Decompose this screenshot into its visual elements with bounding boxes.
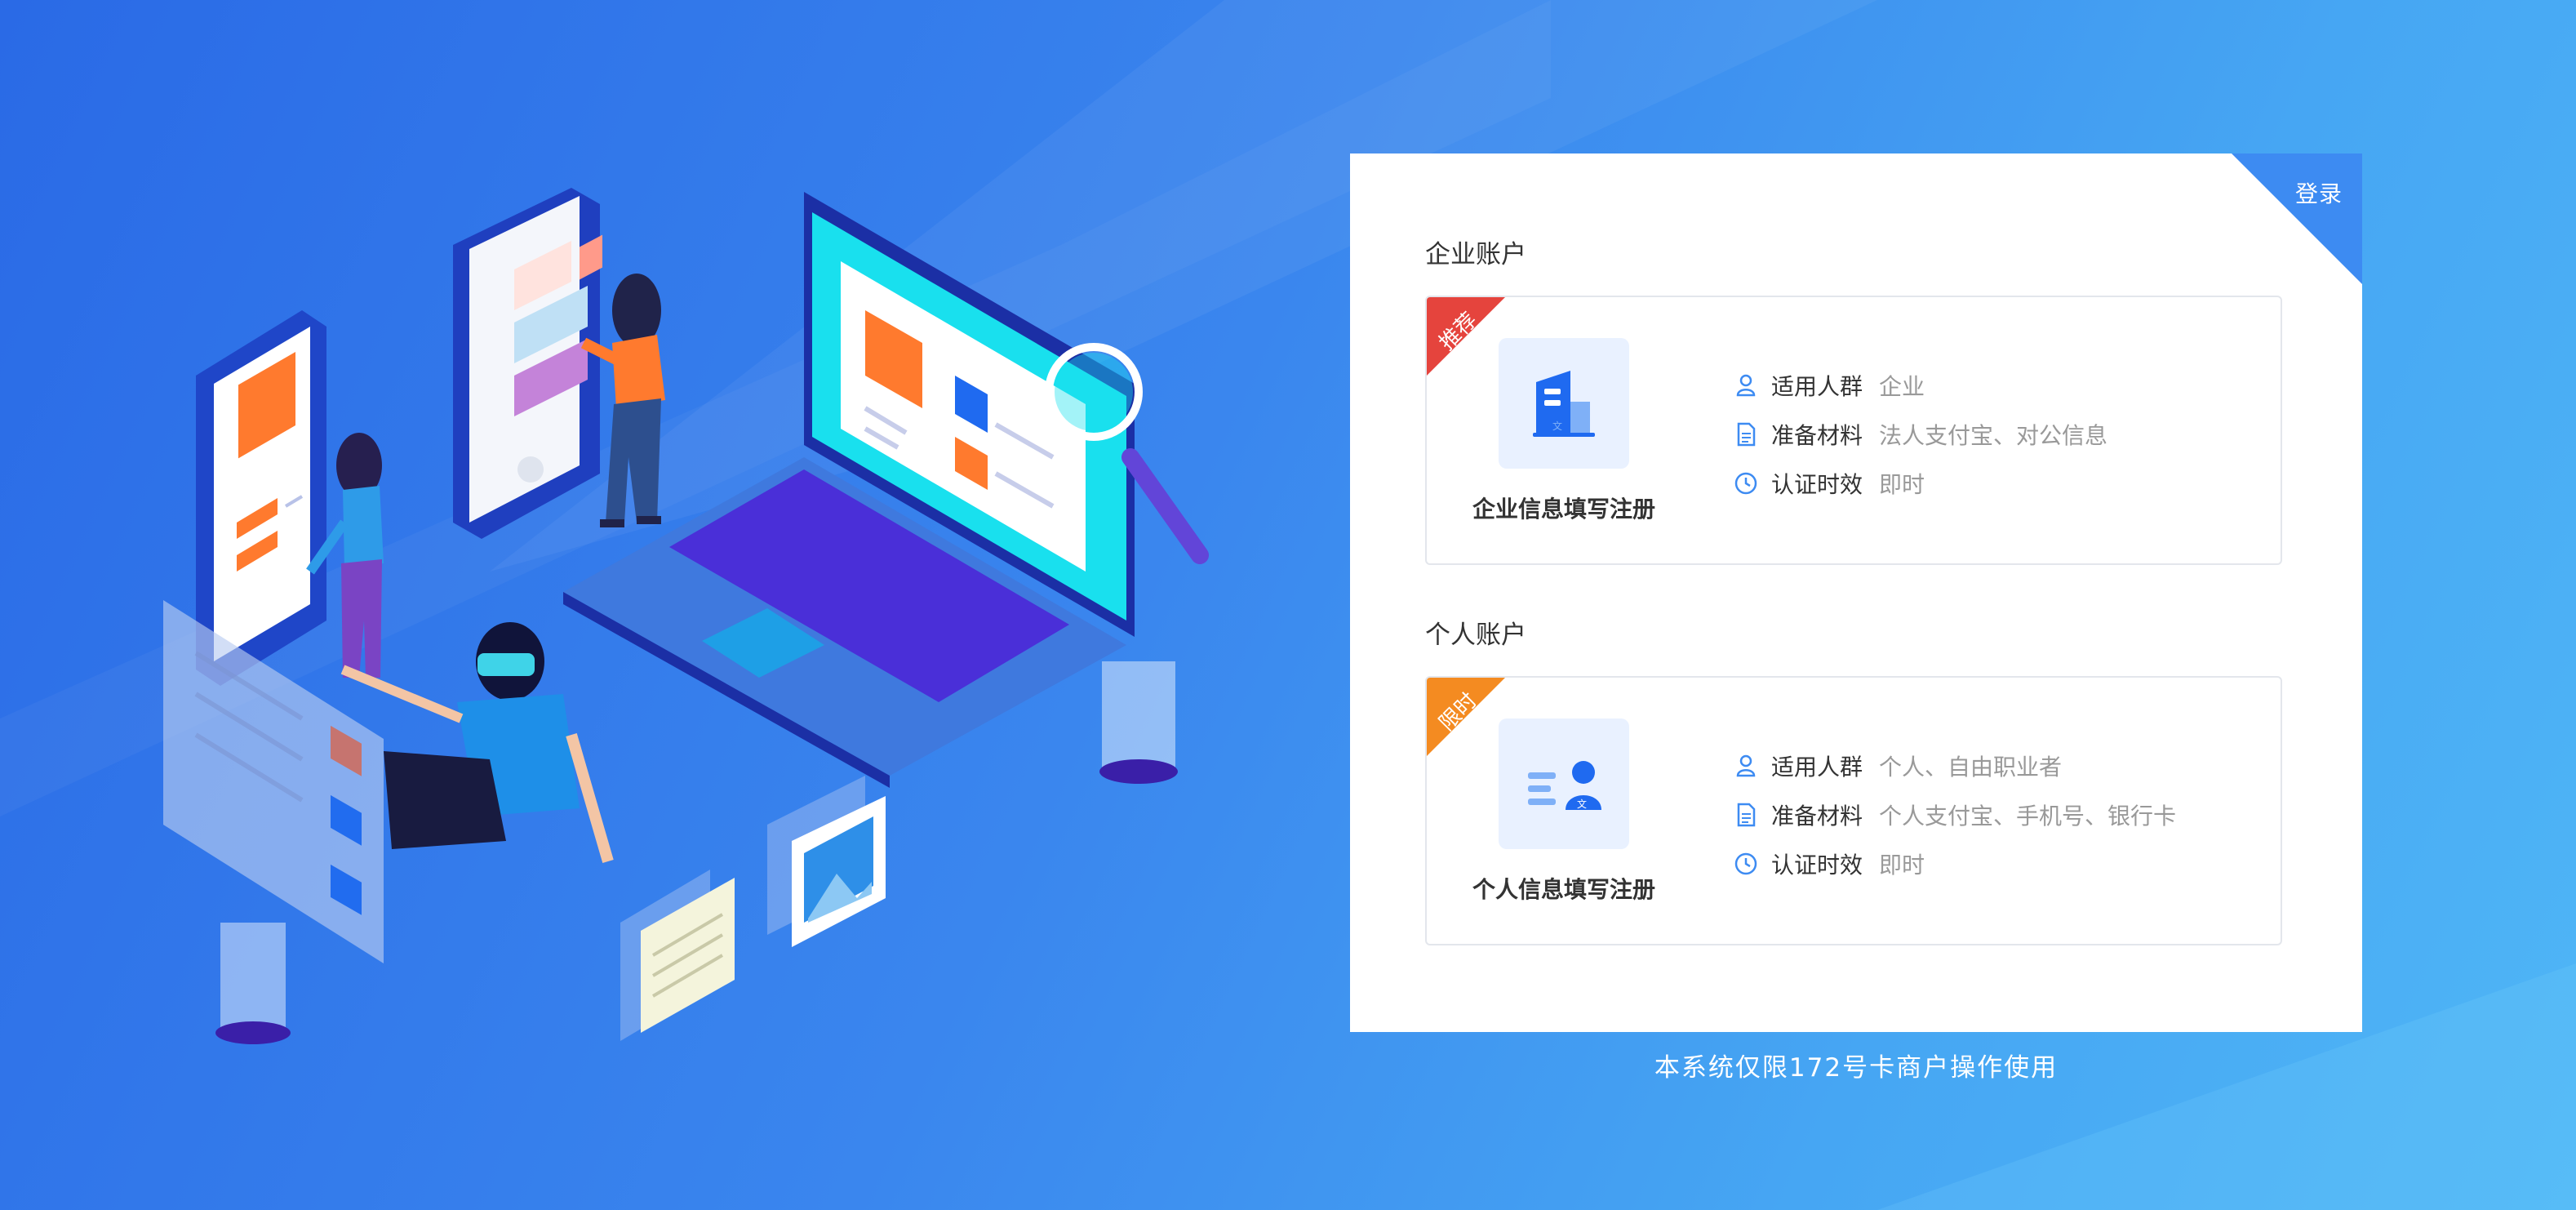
tablet-illustration — [196, 310, 326, 686]
floating-docs-illustration — [620, 776, 886, 1041]
limited-ribbon: 限时 — [1427, 678, 1505, 756]
user-icon — [1736, 374, 1756, 397]
phone-illustration — [453, 188, 602, 539]
info-value: 即时 — [1879, 852, 1925, 879]
svg-text:文: 文 — [1552, 420, 1562, 432]
enterprise-section-title: 企业账户 — [1425, 240, 1526, 269]
info-row-audience: 适用人群 企业 — [1734, 361, 2107, 410]
enterprise-info-list: 适用人群 企业 准备材料 法人支付宝、对公信息 认证时效 即时 — [1734, 361, 2107, 508]
info-value: 法人支付宝、对公信息 — [1879, 422, 2108, 449]
info-label: 准备材料 — [1771, 803, 1863, 830]
recommend-ribbon: 推荐 — [1427, 297, 1505, 376]
enterprise-register-label: 企业信息填写注册 — [1472, 496, 1655, 523]
info-value: 个人、自由职业者 — [1879, 754, 2063, 781]
limited-ribbon-text: 限时 — [1434, 688, 1482, 736]
hero-illustration — [163, 188, 1209, 1044]
info-label: 准备材料 — [1771, 422, 1863, 449]
info-value: 即时 — [1879, 471, 1925, 498]
personal-register-card[interactable]: 限时 文 个人信息填写注册 适用人群 个人、自由职业者 准备材料 个人支付宝、手… — [1425, 676, 2282, 945]
login-label: 登录 — [2294, 180, 2343, 207]
info-row-validity: 认证时效 即时 — [1734, 839, 2176, 888]
info-row-audience: 适用人群 个人、自由职业者 — [1734, 741, 2176, 790]
svg-text:文: 文 — [1577, 798, 1587, 810]
clock-icon — [1734, 472, 1757, 495]
info-label: 适用人群 — [1771, 754, 1863, 781]
user-icon — [1736, 754, 1756, 777]
info-label: 认证时效 — [1771, 471, 1863, 498]
info-row-materials: 准备材料 法人支付宝、对公信息 — [1734, 410, 2107, 459]
enterprise-register-card[interactable]: 推荐 文 企业信息填写注册 适用人群 企业 准备材料 法人支付宝、对公信息 认证… — [1425, 296, 2282, 565]
building-icon: 文 — [1499, 338, 1629, 469]
document-icon — [1737, 803, 1756, 827]
info-label: 适用人群 — [1771, 373, 1863, 400]
recommend-ribbon-text: 推荐 — [1434, 308, 1482, 356]
info-value: 企业 — [1879, 373, 1925, 400]
document-icon — [1737, 422, 1756, 447]
info-row-materials: 准备材料 个人支付宝、手机号、银行卡 — [1734, 790, 2176, 839]
info-label: 认证时效 — [1771, 852, 1863, 879]
footer-note: 本系统仅限172号卡商户操作使用 — [1654, 1053, 2059, 1083]
registration-panel: 登录 企业账户 推荐 文 企业信息填写注册 适用人群 企业 准备材料 法人支付宝… — [1350, 153, 2362, 1032]
personal-section-title: 个人账户 — [1425, 621, 1526, 650]
info-row-validity: 认证时效 即时 — [1734, 459, 2107, 508]
personal-info-list: 适用人群 个人、自由职业者 准备材料 个人支付宝、手机号、银行卡 认证时效 即时 — [1734, 741, 2176, 888]
personal-register-label: 个人信息填写注册 — [1472, 876, 1655, 903]
clock-icon — [1734, 852, 1757, 875]
id-card-icon: 文 — [1499, 718, 1629, 849]
info-value: 个人支付宝、手机号、银行卡 — [1879, 803, 2177, 830]
login-button[interactable]: 登录 — [2232, 153, 2362, 284]
